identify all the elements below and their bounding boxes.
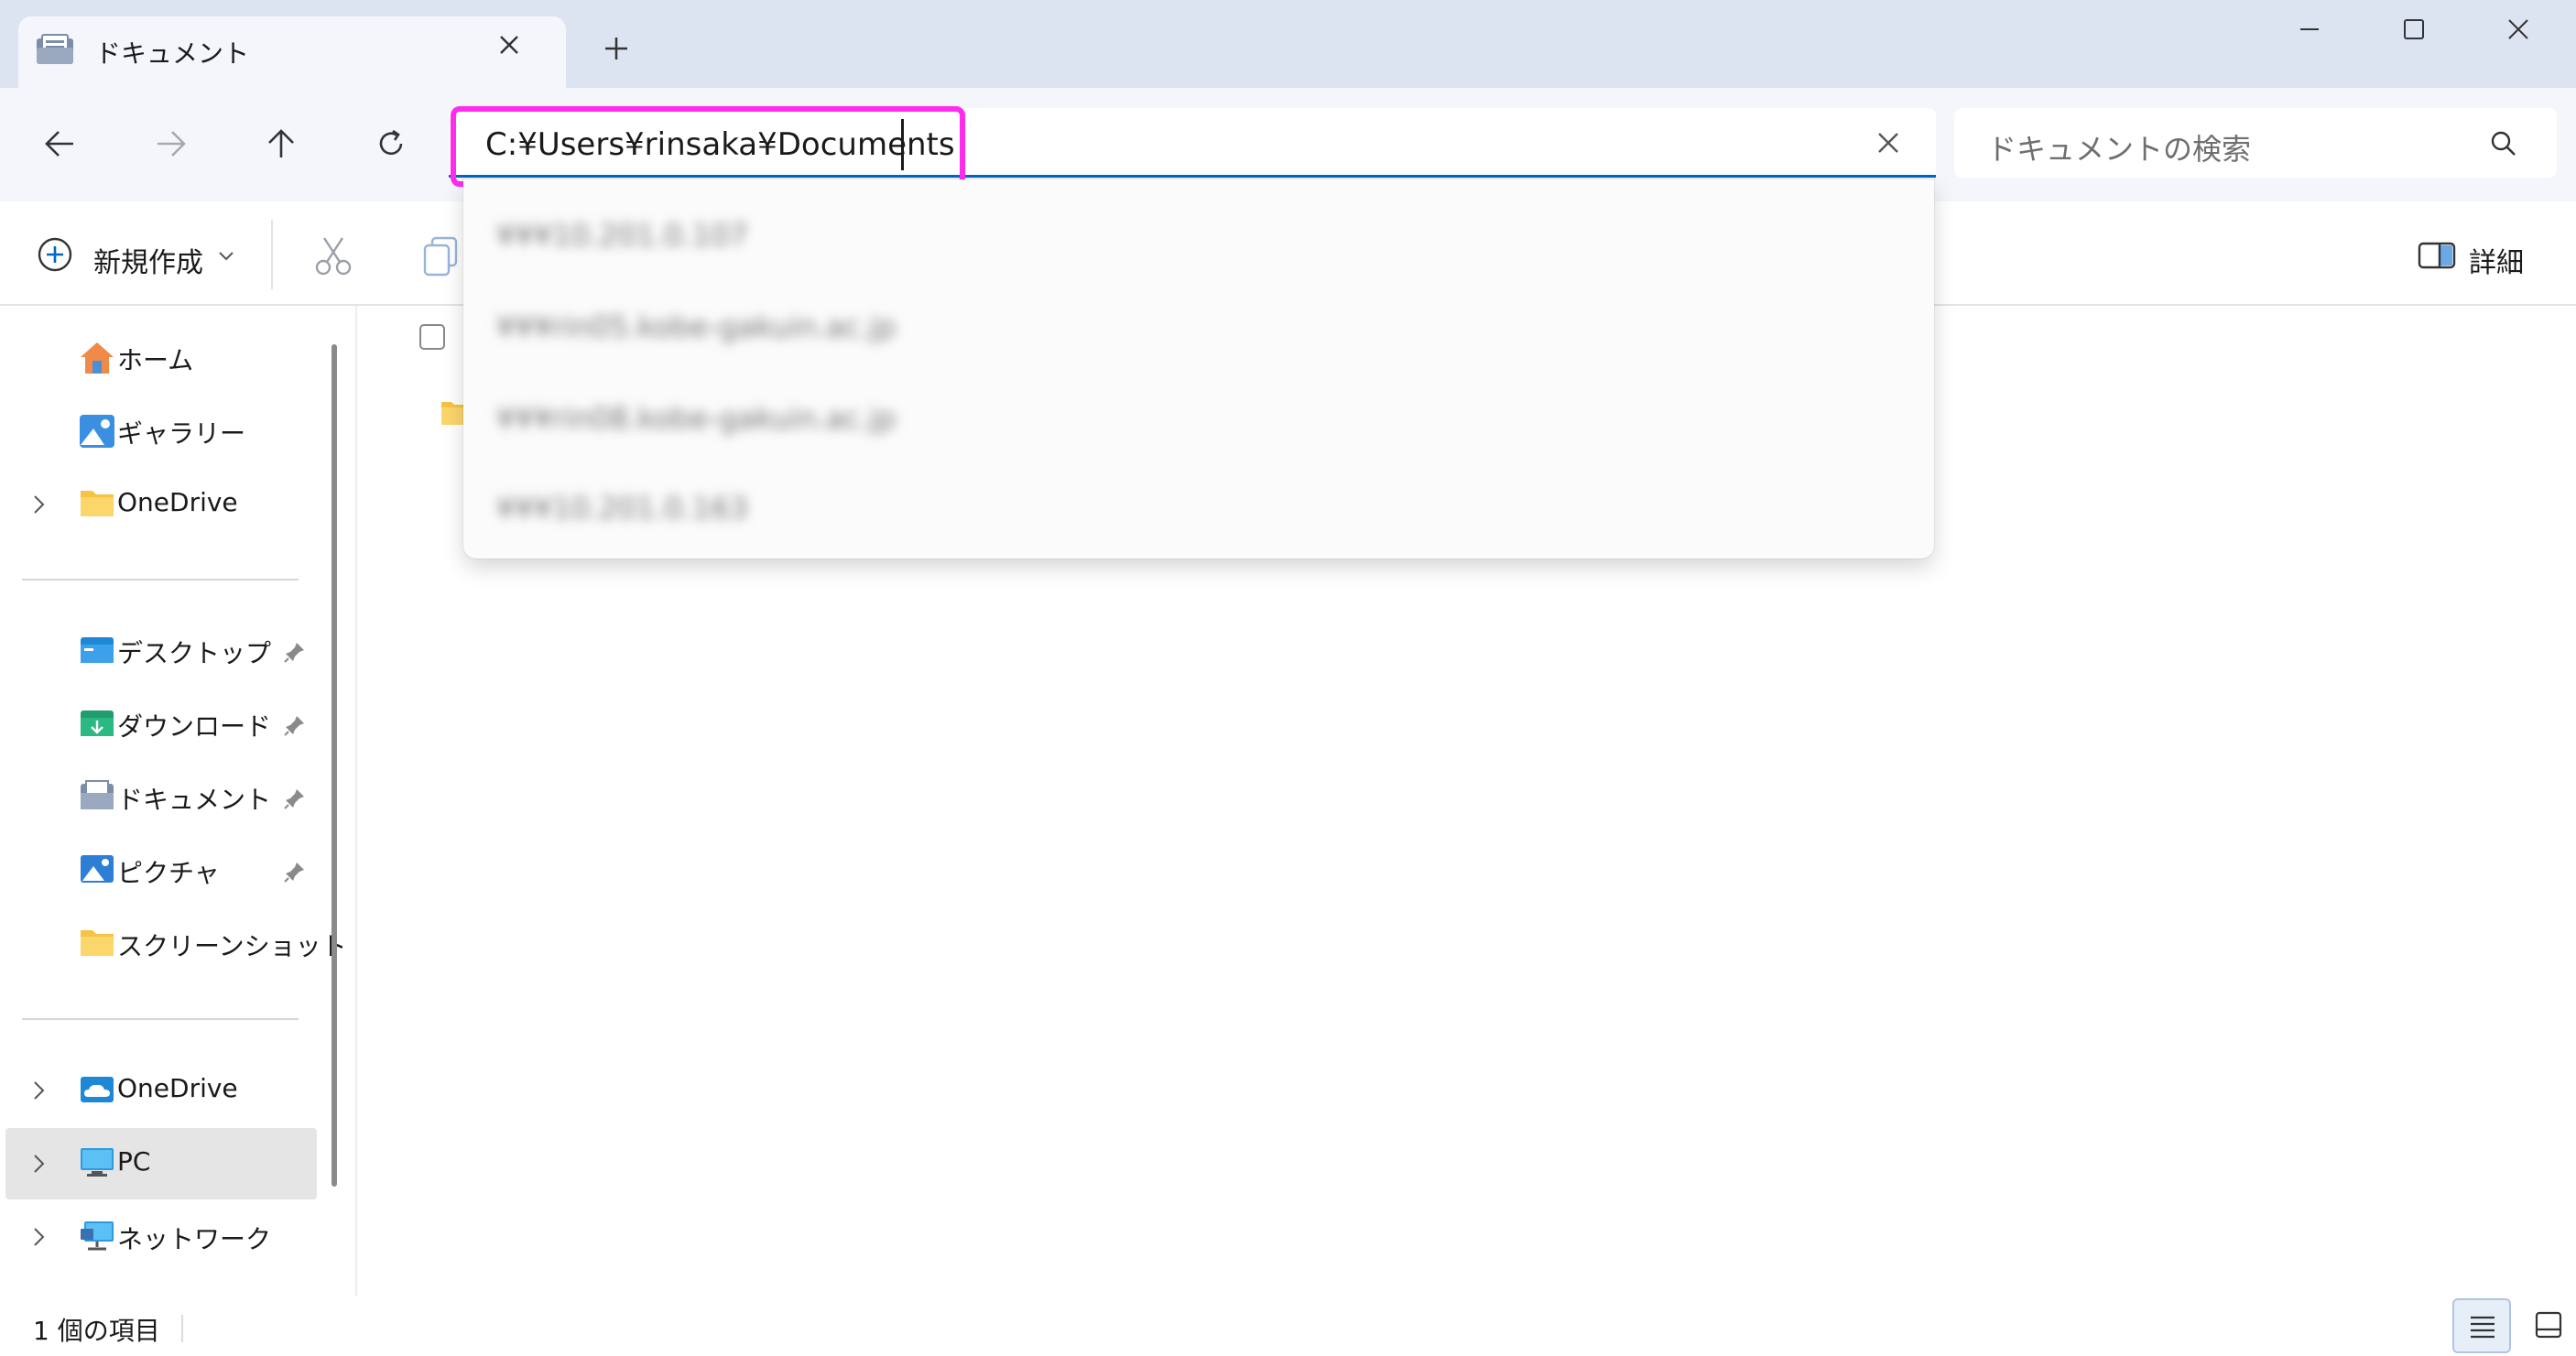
plus-circle-icon[interactable] <box>37 236 73 273</box>
sidebar-divider <box>22 579 299 580</box>
pin-icon[interactable] <box>284 861 306 883</box>
pin-icon[interactable] <box>284 787 306 809</box>
details-view-button[interactable] <box>2452 1298 2511 1353</box>
sidebar-item-onedrive[interactable]: OneDrive <box>5 1055 317 1126</box>
sidebar-item-downloads[interactable]: ダウンロード <box>5 689 317 760</box>
suggestion-item[interactable]: ¥¥¥rin08.kobe-gakuin.ac.jp <box>496 401 896 436</box>
copy-icon[interactable] <box>423 236 460 277</box>
close-window-icon[interactable] <box>2507 18 2529 40</box>
sidebar-item-label: ドキュメント <box>117 785 272 815</box>
tab-title: ドキュメント <box>95 38 250 69</box>
sidebar-item-desktop[interactable]: デスクトップ <box>5 615 317 687</box>
large-icons-view-button[interactable] <box>2522 1298 2576 1353</box>
sidebar-item-screenshots[interactable]: スクリーンショット <box>5 908 347 980</box>
sidebar-item-label: PC <box>117 1146 151 1177</box>
search-icon[interactable] <box>2491 131 2516 157</box>
details-button[interactable]: 詳細 <box>2469 240 2524 280</box>
sidebar-item-network[interactable]: ネットワーク <box>5 1201 317 1273</box>
suggestion-item[interactable]: ¥¥¥10.201.0.107 <box>496 218 748 253</box>
sidebar-item-label: OneDrive <box>117 487 238 517</box>
gallery-icon <box>79 414 115 449</box>
address-suggestions: ¥¥¥10.201.0.107 ¥¥¥rin05.kobe-gakuin.ac.… <box>463 179 1934 559</box>
suggestion-item[interactable]: ¥¥¥10.201.0.163 <box>496 491 748 526</box>
network-icon <box>79 1220 115 1253</box>
refresh-icon[interactable] <box>375 128 407 159</box>
search-input[interactable]: ドキュメントの検索 <box>1987 126 2251 168</box>
navigation-pane: ホーム ギャラリー OneDrive デスクトップ ダウンロード ドキュメント … <box>0 306 357 1296</box>
sidebar-item-label: ダウンロード <box>117 711 272 742</box>
pane-divider[interactable] <box>355 306 357 1296</box>
chevron-right-icon[interactable] <box>33 1227 46 1247</box>
sidebar-item-gallery[interactable]: ギャラリー <box>5 396 317 467</box>
up-arrow-icon[interactable] <box>266 128 297 159</box>
item-count: 1 個の項目 <box>33 1316 160 1346</box>
cut-icon[interactable] <box>315 236 352 277</box>
pin-icon[interactable] <box>284 714 306 736</box>
sidebar-item-documents[interactable]: ドキュメント <box>5 762 317 833</box>
select-all-checkbox[interactable] <box>419 324 445 350</box>
back-arrow-icon[interactable] <box>44 128 75 159</box>
details-pane-icon[interactable] <box>2418 242 2456 269</box>
chevron-down-icon[interactable] <box>218 251 234 262</box>
pin-icon[interactable] <box>284 641 306 663</box>
highlight-box <box>451 106 965 187</box>
sidebar-scrollbar[interactable] <box>332 344 337 1187</box>
sidebar-item-label: OneDrive <box>117 1073 238 1103</box>
chevron-right-icon[interactable] <box>33 494 46 515</box>
desktop-folder-icon <box>79 634 115 665</box>
minimize-icon[interactable] <box>2299 18 2321 40</box>
sidebar-item-home[interactable]: ホーム <box>5 322 317 394</box>
sidebar-divider <box>22 1018 299 1020</box>
documents-folder-icon <box>79 780 115 811</box>
new-tab-icon[interactable] <box>604 37 628 60</box>
sidebar-item-label: スクリーンショット <box>117 931 347 961</box>
pc-icon <box>79 1146 115 1177</box>
new-button[interactable]: 新規作成 <box>93 240 203 280</box>
toolbar-divider <box>271 220 273 289</box>
sidebar-item-label: ギャラリー <box>117 418 246 449</box>
documents-folder-icon <box>37 34 73 64</box>
status-divider <box>181 1315 183 1342</box>
list-view-icon <box>2471 1316 2494 1339</box>
sidebar-item-pictures[interactable]: ピクチャ <box>5 835 317 906</box>
onedrive-cloud-icon <box>79 1073 115 1104</box>
status-bar <box>0 1296 2576 1356</box>
home-icon <box>79 341 115 375</box>
sidebar-item-label: デスクトップ <box>117 638 272 668</box>
suggestion-item[interactable]: ¥¥¥rin05.kobe-gakuin.ac.jp <box>496 309 896 344</box>
folder-icon <box>79 487 115 518</box>
sidebar-item-pc[interactable]: PC <box>5 1128 317 1199</box>
sidebar-item-label: ホーム <box>117 345 194 375</box>
folder-icon <box>79 927 115 958</box>
chevron-right-icon[interactable] <box>33 1154 46 1174</box>
maximize-icon[interactable] <box>2403 18 2425 40</box>
tab-close-icon[interactable] <box>499 35 519 55</box>
sidebar-item-label: ネットワーク <box>117 1224 272 1254</box>
pictures-folder-icon <box>79 853 115 884</box>
sidebar-item-label: ピクチャ <box>117 858 220 888</box>
forward-arrow-icon[interactable] <box>156 128 187 159</box>
downloads-folder-icon <box>79 707 115 738</box>
clear-icon[interactable] <box>1877 132 1899 154</box>
tiles-view-icon <box>2535 1311 2562 1339</box>
chevron-right-icon[interactable] <box>33 1080 46 1101</box>
sidebar-item-onedrive-personal[interactable]: OneDrive <box>5 469 317 540</box>
